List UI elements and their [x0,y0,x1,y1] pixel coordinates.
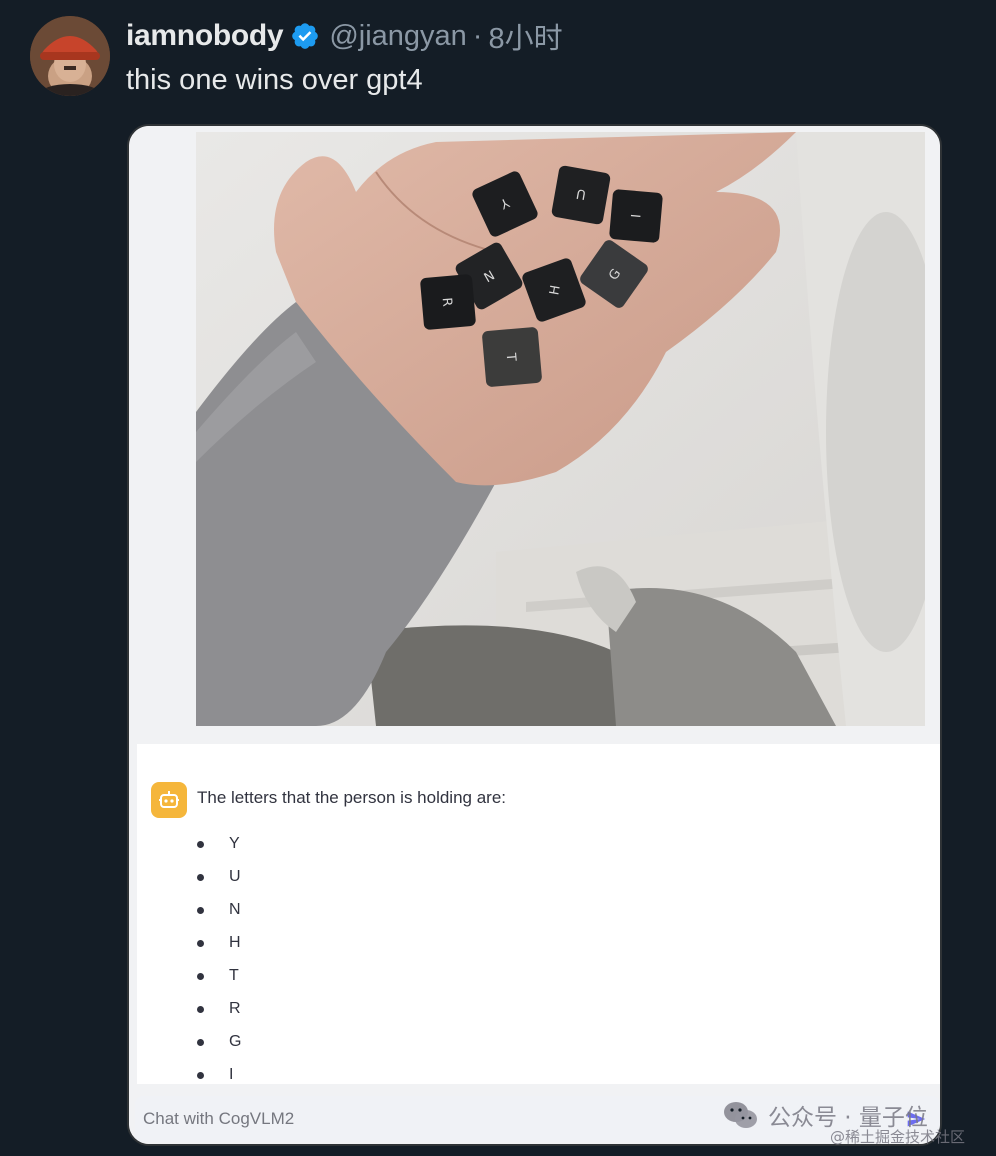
bot-avatar [151,782,187,818]
avatar-image [30,16,110,96]
post-time[interactable]: 8小时 [488,15,562,57]
chat-input-placeholder: Chat with CogVLM2 [143,1109,295,1128]
chat-screenshot: Y U I N H G R T The letters that the per… [129,126,940,1144]
response-intro: The letters that the person is holding a… [197,788,507,807]
tweet-header: iamnobody @jiangyan · 8小时 [126,14,563,58]
list-item: R [195,997,241,1030]
keycap-r: R [439,297,455,307]
watermark-sub: @稀土掘金技术社区 [830,1128,966,1146]
user-avatar[interactable] [30,16,110,96]
display-name[interactable]: iamnobody [126,19,284,53]
uploaded-photo: Y U I N H G R T [196,132,925,726]
verified-badge-icon [292,23,319,49]
robot-icon [159,791,179,808]
assistant-response: The letters that the person is holding a… [137,744,940,1084]
keycap-t: T [503,352,519,362]
letter-list: Y U N H T R G I [195,832,241,1084]
hand-holding-keycaps-photo: Y U I N H G R T [196,132,925,726]
list-item: N [195,898,241,931]
tweet-text: this one wins over gpt4 [126,64,423,96]
list-item: G [195,1030,241,1063]
list-item: I [195,1063,241,1084]
user-handle[interactable]: @jiangyan [329,20,466,53]
list-item: U [195,865,241,898]
separator-dot: · [472,19,483,52]
tweet-page: iamnobody @jiangyan · 8小时 this one wins … [0,0,996,1156]
wechat-icon [724,1102,757,1128]
list-item: H [195,931,241,964]
tweet-media[interactable]: Y U I N H G R T The letters that the per… [127,124,942,1146]
list-item: T [195,964,241,997]
list-item: Y [195,832,241,865]
